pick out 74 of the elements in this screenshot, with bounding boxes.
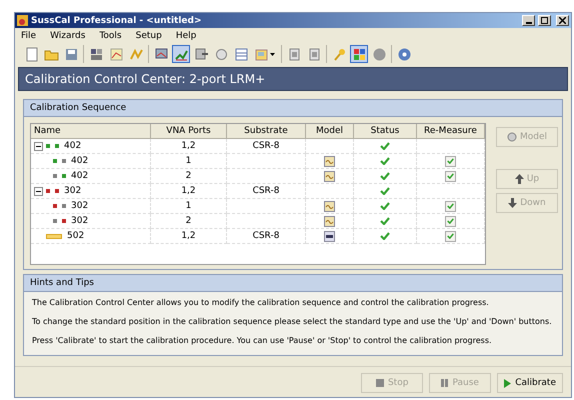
column-header[interactable]: Substrate (227, 124, 306, 139)
toolbar-button[interactable] (350, 45, 368, 63)
column-header[interactable]: Model (306, 124, 354, 139)
standard-name: 402 (64, 141, 82, 151)
table-cell: 2 (151, 214, 227, 229)
remeasure-checkbox[interactable] (445, 156, 456, 166)
model-icon[interactable] (324, 230, 335, 242)
table-cell: 1 (151, 199, 227, 214)
standard-name: 502 (67, 231, 84, 241)
up-arrow-icon (514, 174, 524, 184)
page-icon (24, 46, 38, 62)
standard-name: 402 (71, 171, 88, 181)
chart-icon (108, 46, 124, 62)
stop-icon (372, 46, 386, 62)
standard-name: 302 (64, 186, 82, 196)
remeasure-checkbox[interactable] (445, 200, 456, 212)
menu-item[interactable]: Help (176, 31, 196, 41)
menu-item[interactable]: Setup (136, 31, 162, 41)
save-icon (64, 46, 78, 62)
table-cell: 2 (151, 169, 227, 184)
sparkle-icon (128, 46, 144, 62)
disc-icon (506, 132, 517, 142)
hint-text: To change the standard position in the calibration sequence please select the standard type and use the 'Up' and 'Down' buttons. (32, 317, 553, 326)
close-icon (559, 17, 566, 24)
stop-icon (376, 379, 384, 387)
down-arrow-icon (508, 198, 518, 208)
maximize-icon (541, 17, 548, 24)
panel-title: Calibration Sequence (24, 100, 562, 117)
hint-text: The Calibration Control Center allows you to modify the calibration sequence and control the calibration progress. (32, 298, 490, 307)
toolbar-button[interactable] (172, 45, 190, 63)
column-header[interactable]: Status (354, 124, 417, 139)
monitor-icon (154, 46, 168, 62)
standard-name: 302 (71, 201, 88, 211)
table-icon (234, 46, 248, 62)
collapse-icon[interactable] (34, 142, 43, 150)
document-icon (306, 46, 322, 62)
report-icon (255, 46, 270, 62)
panel-title: Hints and Tips (24, 275, 562, 292)
export-icon (194, 46, 208, 62)
standard-name: 302 (71, 216, 88, 226)
table-cell: 1 (151, 154, 227, 169)
document-icon (286, 46, 302, 62)
grid-icon (88, 46, 104, 62)
app-icon (17, 15, 28, 26)
remeasure-checkbox[interactable] (445, 230, 456, 242)
blocks-icon (352, 46, 366, 62)
column-header[interactable]: Re-Measure (417, 124, 485, 139)
page-header: Calibration Control Center: 2-port LRM+ (18, 67, 568, 91)
play-icon (504, 378, 512, 388)
table-cell: 1,2 (151, 139, 227, 154)
table-cell: 1,2 (151, 229, 227, 244)
table-cell: CSR-8 (227, 139, 306, 154)
collapse-icon[interactable] (34, 186, 43, 196)
window-title: SussCal Professional - <untitled> (31, 16, 203, 26)
help-icon (396, 46, 412, 62)
menu-item[interactable]: File (21, 31, 36, 41)
remeasure-checkbox[interactable] (445, 216, 456, 226)
action-button[interactable]: Calibrate (497, 373, 563, 393)
column-header[interactable]: Name (31, 124, 151, 139)
table-cell: 1,2 (151, 184, 227, 199)
maximize-button[interactable] (538, 15, 551, 26)
disc-icon (214, 46, 228, 62)
menu-item[interactable]: Tools (99, 31, 122, 41)
minimize-button[interactable] (522, 15, 535, 26)
remeasure-checkbox[interactable] (445, 170, 456, 182)
close-button[interactable] (556, 15, 569, 26)
column-header[interactable]: VNA Ports (151, 124, 227, 139)
key-icon (332, 46, 346, 62)
standard-name: 402 (71, 156, 88, 166)
menu-item[interactable]: Wizards (50, 31, 86, 41)
table-cell: CSR-8 (227, 229, 306, 244)
pause-icon (441, 379, 448, 387)
table-cell: CSR-8 (227, 184, 306, 199)
hint-text: Press 'Calibrate' to start the calibration procedure. You can use 'Pause' or 'Stop' to control the calibration progress. (32, 336, 493, 345)
